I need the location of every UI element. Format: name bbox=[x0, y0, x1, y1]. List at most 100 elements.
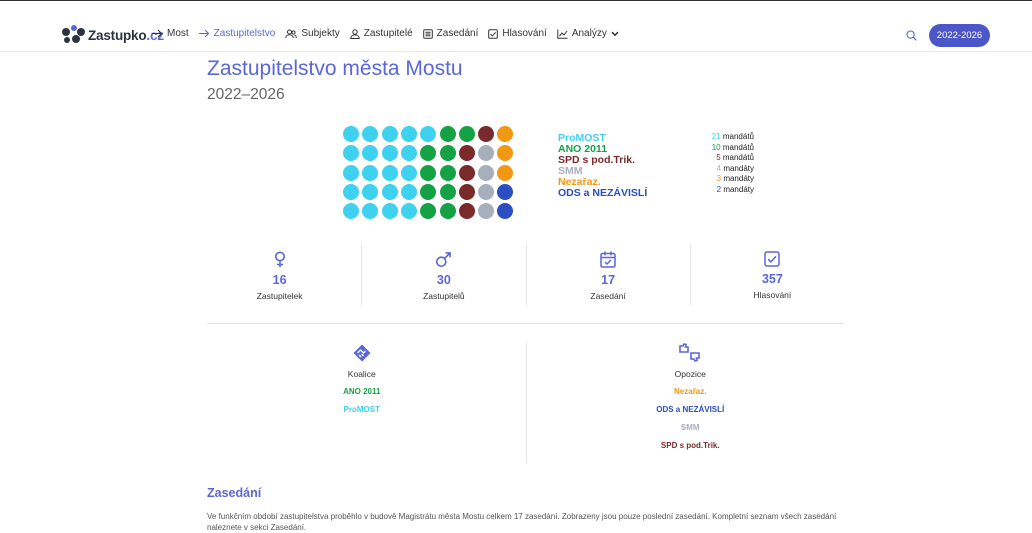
party-mandate-count: 21 mandátů bbox=[680, 132, 754, 143]
nav-item-label: Most bbox=[167, 28, 189, 39]
checkbox-icon bbox=[764, 251, 781, 267]
nav-item-label: Zastupitelstvo bbox=[213, 28, 276, 39]
nav-item-zastupitelstvo[interactable]: Zastupitelstvo bbox=[198, 28, 276, 39]
opposition-title: Opozice bbox=[674, 369, 706, 379]
mandate-number: 10 bbox=[711, 142, 721, 152]
seat-dot bbox=[478, 164, 495, 181]
seat-dot bbox=[362, 145, 379, 162]
seat-dot bbox=[458, 126, 475, 142]
seat-dot bbox=[400, 145, 417, 162]
party-mandate-count: 10 mandátů bbox=[680, 143, 754, 154]
mandate-word: mandáty bbox=[721, 163, 754, 173]
thumbs-icon bbox=[679, 343, 701, 362]
mandate-word: mandátů bbox=[720, 142, 754, 152]
nav-item-zastupitele[interactable]: Zastupitelé bbox=[350, 28, 413, 39]
stat-value: 30 bbox=[436, 273, 451, 287]
seat-dot bbox=[458, 203, 475, 220]
nav-item-analyzy[interactable]: Analýzy bbox=[557, 28, 619, 39]
seat-dot bbox=[362, 183, 379, 200]
seat-dot bbox=[420, 183, 437, 200]
mandate-word: mandátů bbox=[720, 153, 754, 162]
seat-dot bbox=[381, 126, 398, 142]
brand-logo[interactable]: Zastupko.cz bbox=[62, 25, 164, 45]
female-icon bbox=[274, 251, 285, 268]
seat-dot bbox=[497, 126, 514, 142]
sessions-description: Ve funkčním období zastupitelstva proběh… bbox=[207, 512, 837, 532]
seat-dot bbox=[343, 145, 359, 162]
seat-dot bbox=[381, 164, 398, 181]
nav-item-label: Zastupitelé bbox=[363, 28, 413, 39]
nav-item-most[interactable]: Most bbox=[152, 28, 189, 39]
term-selector-button[interactable]: 2022-2026 bbox=[929, 24, 990, 47]
seat-dot bbox=[343, 164, 359, 181]
seat-dot bbox=[381, 183, 398, 200]
bloc-party-name[interactable]: SMM bbox=[527, 422, 855, 434]
stat-value: 17 bbox=[601, 273, 616, 287]
nav-item-subjekty[interactable]: Subjekty bbox=[285, 28, 340, 39]
seat-dot bbox=[400, 183, 417, 200]
stat-male: 30 Zastupitelů bbox=[361, 245, 525, 305]
seat-dot bbox=[343, 203, 359, 220]
nav-item-zasedani[interactable]: Zasedání bbox=[422, 28, 479, 39]
users-icon bbox=[285, 29, 298, 38]
bloc-party-name[interactable]: ANO 2011 bbox=[198, 386, 526, 398]
party-mandates: 21 mandátů 10 mandátů 5 mandátů 4 mandáty 3 … bbox=[680, 132, 754, 195]
seat-dot bbox=[362, 203, 379, 220]
mandate-word: mandátů bbox=[720, 132, 754, 141]
party-mandate-count: 4 mandáty bbox=[680, 164, 754, 175]
mandate-number: 21 bbox=[711, 132, 721, 141]
party-legend: ProMOST ANO 2011 SPD s pod.Trik. SMM Nezařaz… bbox=[558, 133, 647, 199]
bloc-party-name[interactable]: SPD s pod.Trik. bbox=[527, 440, 855, 452]
seat-dot bbox=[478, 126, 495, 142]
seat-dot bbox=[458, 164, 475, 181]
stat-female: 16 Zastupitelek bbox=[198, 245, 361, 305]
stats-row: 16 Zastupitelek 30 Zastupitelů 17 Zasedá… bbox=[198, 245, 854, 305]
seat-dot bbox=[458, 183, 475, 200]
search-button[interactable] bbox=[906, 28, 917, 46]
stat-label: Hlasování bbox=[753, 290, 792, 300]
checkbox-icon bbox=[488, 28, 499, 39]
seat-dot bbox=[497, 203, 514, 220]
nav-item-label: Analýzy bbox=[571, 28, 607, 39]
seat-dot bbox=[381, 203, 398, 220]
seat-dot bbox=[400, 164, 417, 181]
seat-dot bbox=[439, 126, 456, 142]
nav-item-label: Hlasování bbox=[502, 28, 547, 39]
nav-item-hlasovani[interactable]: Hlasování bbox=[488, 28, 547, 39]
seat-distribution-chart bbox=[343, 126, 515, 220]
seat-dot bbox=[343, 126, 359, 142]
seat-dot bbox=[439, 164, 456, 181]
male-icon bbox=[436, 252, 452, 267]
seat-dot bbox=[497, 164, 514, 181]
seat-dot bbox=[420, 164, 437, 181]
stat-sessions: 17 Zasedání bbox=[525, 245, 690, 305]
seat-dot bbox=[497, 145, 514, 162]
seat-dot bbox=[439, 183, 456, 200]
seat-dot bbox=[400, 126, 417, 142]
chevron-down-icon bbox=[611, 31, 619, 36]
seat-dot bbox=[497, 183, 514, 200]
bloc-party-name[interactable]: ODS a NEZÁVISLÍ bbox=[527, 404, 855, 416]
stat-votes: 357 Hlasování bbox=[689, 245, 854, 305]
stat-label: Zastupitelů bbox=[423, 291, 465, 301]
seat-dot bbox=[362, 126, 379, 142]
stat-label: Zasedání bbox=[590, 291, 626, 301]
seat-dot bbox=[478, 183, 495, 200]
coalition-block: Koalice ANO 2011 ProMOST bbox=[198, 343, 526, 463]
page-subtitle: 2022–2026 bbox=[207, 86, 285, 103]
mandate-word: mandáty bbox=[721, 174, 754, 183]
divider bbox=[207, 323, 844, 324]
party-mandate-count: 2 mandáty bbox=[680, 185, 754, 196]
page-title: Zastupitelstvo města Mostu bbox=[207, 57, 463, 80]
nav-item-label: Zasedání bbox=[436, 28, 479, 39]
party-name[interactable]: ODS a NEZÁVISLÍ bbox=[558, 188, 647, 199]
coalition-opposition: Koalice ANO 2011 ProMOST Opozice Nezařaz.… bbox=[198, 343, 854, 463]
seat-dot bbox=[362, 164, 379, 181]
seat-dot bbox=[478, 203, 495, 220]
main-nav: Most Zastupitelstvo Subjekty Zastupitelé… bbox=[152, 28, 619, 39]
bloc-party-name[interactable]: ProMOST bbox=[198, 404, 526, 416]
seat-dot bbox=[400, 203, 417, 220]
handshake-icon bbox=[353, 344, 371, 362]
bloc-party-name[interactable]: Nezařaz. bbox=[527, 386, 855, 398]
search-icon bbox=[906, 30, 917, 41]
